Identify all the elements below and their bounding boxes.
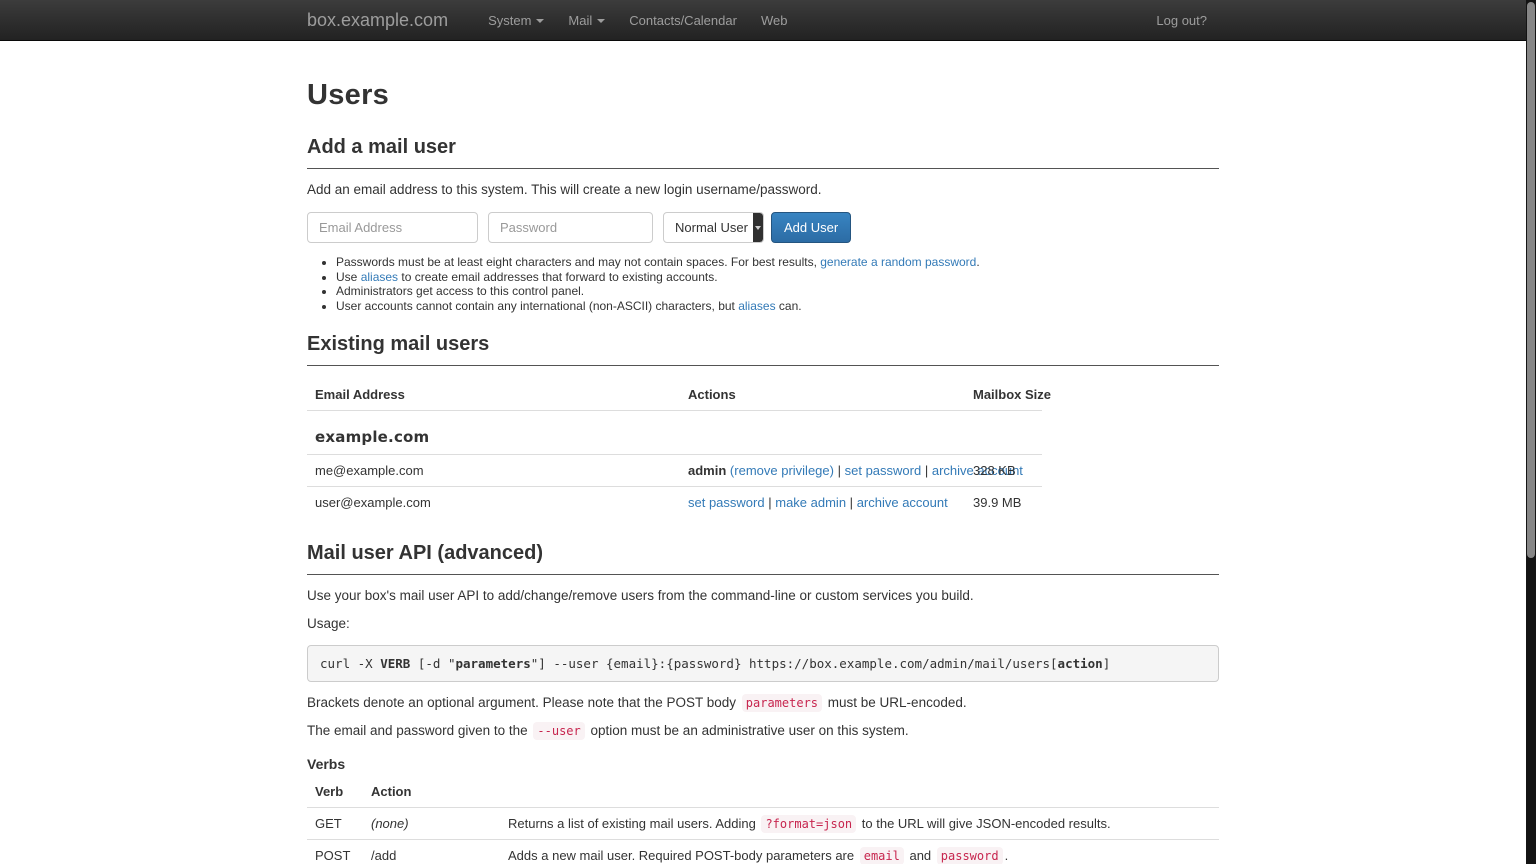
add-mail-user-heading: Add a mail user bbox=[307, 136, 1219, 169]
mailbox-size: 39.9 MB bbox=[965, 487, 1042, 519]
email-code: email bbox=[860, 847, 904, 864]
usage-label: Usage: bbox=[307, 616, 1219, 631]
table-row: me@example.com admin (remove privilege) … bbox=[307, 455, 1042, 487]
note-passwords: Passwords must be at least eight charact… bbox=[336, 255, 1219, 270]
col-description bbox=[500, 776, 1219, 808]
existing-users-table: Email Address Actions Mailbox Size examp… bbox=[307, 379, 1042, 518]
mailbox-size: 328 KB bbox=[965, 455, 1042, 487]
admin-badge: admin bbox=[688, 463, 726, 478]
verb: GET bbox=[307, 808, 363, 840]
verbs-table: Verb Action GET (none) Returns a list of… bbox=[307, 776, 1219, 864]
caret-down-icon bbox=[597, 19, 605, 23]
remove-privilege-link[interactable]: (remove privilege) bbox=[730, 463, 834, 478]
make-admin-link[interactable]: make admin bbox=[775, 495, 846, 510]
table-row: POST /add Adds a new mail user. Required… bbox=[307, 840, 1219, 864]
add-user-notes: Passwords must be at least eight charact… bbox=[307, 255, 1219, 313]
privilege-select[interactable]: Normal User bbox=[663, 212, 764, 243]
user-actions: set password | make admin | archive acco… bbox=[680, 487, 965, 519]
page-title: Users bbox=[307, 79, 1219, 112]
user-flag-code: --user bbox=[533, 722, 584, 740]
password-input[interactable] bbox=[488, 212, 653, 243]
add-user-intro: Add an email address to this system. Thi… bbox=[307, 182, 1219, 197]
aliases-link[interactable]: aliases bbox=[738, 299, 775, 313]
verbs-heading: Verbs bbox=[307, 756, 1219, 772]
nav-item-contacts-calendar[interactable]: Contacts/Calendar bbox=[617, 3, 749, 38]
caret-down-icon bbox=[536, 19, 544, 23]
verb-description: Adds a new mail user. Required POST-body… bbox=[500, 840, 1219, 864]
api-intro: Use your box's mail user API to add/chan… bbox=[307, 588, 1219, 603]
archive-account-link[interactable]: archive account bbox=[857, 495, 948, 510]
aliases-link[interactable]: aliases bbox=[361, 270, 398, 284]
api-note-user: The email and password given to the --us… bbox=[307, 723, 1219, 738]
action: /add bbox=[363, 840, 500, 864]
note-aliases: Use aliases to create email addresses th… bbox=[336, 270, 1219, 285]
format-json-code: ?format=json bbox=[761, 815, 856, 833]
col-actions: Actions bbox=[680, 379, 965, 411]
action: (none) bbox=[363, 808, 500, 840]
nav-item-mail[interactable]: Mail bbox=[556, 3, 617, 38]
table-row: user@example.com set password | make adm… bbox=[307, 487, 1042, 519]
verb: POST bbox=[307, 840, 363, 864]
top-navbar: box.example.com System Mail Contacts/Cal… bbox=[0, 0, 1536, 41]
api-note-brackets: Brackets denote an optional argument. Pl… bbox=[307, 695, 1219, 710]
set-password-link[interactable]: set password bbox=[845, 463, 922, 478]
browser-scrollbar bbox=[1526, 0, 1536, 864]
verb-description: Returns a list of existing mail users. A… bbox=[500, 808, 1219, 840]
user-email: user@example.com bbox=[307, 487, 680, 519]
user-email: me@example.com bbox=[307, 455, 680, 487]
domain-group-row: example.com bbox=[307, 411, 1042, 455]
add-user-form: Normal User Add User bbox=[307, 212, 1219, 243]
select-dropdown-arrow-icon bbox=[753, 213, 763, 242]
api-heading: Mail user API (advanced) bbox=[307, 542, 1219, 575]
existing-users-heading: Existing mail users bbox=[307, 333, 1219, 366]
domain-name: example.com bbox=[307, 411, 1042, 455]
set-password-link[interactable]: set password bbox=[688, 495, 765, 510]
nav-item-system[interactable]: System bbox=[476, 3, 556, 38]
col-verb: Verb bbox=[307, 776, 363, 808]
add-user-button[interactable]: Add User bbox=[771, 212, 851, 243]
col-email-address: Email Address bbox=[307, 379, 680, 411]
note-administrators: Administrators get access to this contro… bbox=[336, 284, 1219, 299]
logout-link[interactable]: Log out? bbox=[1144, 3, 1219, 38]
scrollbar-thumb[interactable] bbox=[1527, 2, 1535, 558]
generate-random-password-link[interactable]: generate a random password bbox=[820, 255, 976, 269]
email-address-input[interactable] bbox=[307, 212, 478, 243]
password-code: password bbox=[937, 847, 1003, 864]
col-action: Action bbox=[363, 776, 500, 808]
user-actions: admin (remove privilege) | set password … bbox=[680, 455, 965, 487]
nav-item-web[interactable]: Web bbox=[749, 3, 800, 38]
privilege-selected-value: Normal User bbox=[675, 220, 748, 235]
table-row: GET (none) Returns a list of existing ma… bbox=[307, 808, 1219, 840]
parameters-code: parameters bbox=[742, 694, 822, 712]
curl-usage-codeblock: curl -X VERB [-d "parameters"] --user {e… bbox=[307, 645, 1219, 682]
navbar-brand[interactable]: box.example.com bbox=[307, 10, 448, 31]
col-mailbox-size: Mailbox Size bbox=[965, 379, 1042, 411]
note-ascii: User accounts cannot contain any interna… bbox=[336, 299, 1219, 314]
